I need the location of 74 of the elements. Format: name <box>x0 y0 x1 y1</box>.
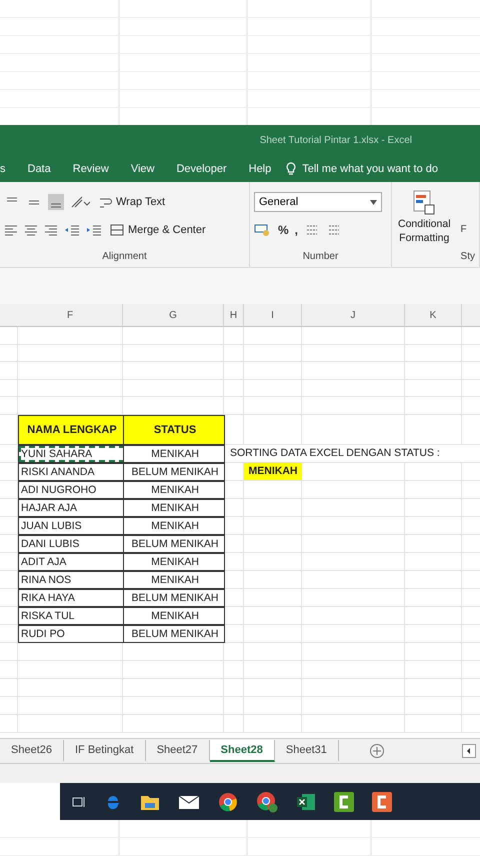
percent-button[interactable]: % <box>278 223 289 237</box>
wrap-text-button[interactable]: Wrap Text <box>96 193 168 211</box>
name-cell: DANI LUBIS <box>18 534 124 553</box>
status-cell: MENIKAH <box>123 516 225 535</box>
ribbon-tab[interactable]: Developer <box>165 162 238 174</box>
align-icon[interactable] <box>24 224 38 236</box>
name-cell: RIKA HAYA <box>18 588 124 607</box>
status-cell: MENIKAH <box>123 570 225 589</box>
status-cell: BELUM MENIKAH <box>123 462 225 481</box>
status-cell: BELUM MENIKAH <box>123 624 225 643</box>
video-editor-icon[interactable] <box>334 792 354 812</box>
merge-icon <box>110 223 124 237</box>
chrome-icon[interactable] <box>218 792 238 812</box>
merge-center-button[interactable]: Merge & Center <box>108 221 208 239</box>
column-header[interactable]: H <box>224 304 244 326</box>
window-title: Sheet Tutorial Pintar 1.xlsx - Excel <box>260 134 412 146</box>
task-view-icon[interactable] <box>72 794 86 808</box>
table-icon <box>412 190 436 216</box>
status-cell: MENIKAH <box>123 480 225 499</box>
mail-icon[interactable] <box>178 794 200 810</box>
format-button-partial[interactable]: F <box>460 224 467 235</box>
scroll-left-icon[interactable] <box>462 744 476 758</box>
highlighted-cell: MENIKAH <box>244 462 302 480</box>
ribbon-tab[interactable]: s <box>0 162 16 174</box>
column-header[interactable]: I <box>244 304 302 326</box>
name-cell: YUNI SAHARA <box>18 444 124 463</box>
caret-icon <box>370 200 377 204</box>
indent-icon[interactable] <box>86 224 102 236</box>
spreadsheet-app-icon[interactable] <box>296 792 316 810</box>
column-header[interactable]: F <box>18 304 123 326</box>
group-label: Number <box>302 250 338 262</box>
ribbon-tab[interactable]: Help <box>238 162 282 174</box>
number-format-dropdown[interactable]: General <box>254 192 382 212</box>
status-cell: BELUM MENIKAH <box>123 534 225 553</box>
name-cell: RISKA TUL <box>18 606 124 625</box>
header-cell: STATUS <box>123 414 225 445</box>
sheet-tab[interactable]: Sheet31 <box>274 740 339 762</box>
group-label: Sty <box>460 251 475 262</box>
indent-icon[interactable] <box>64 224 80 236</box>
orientation-icon[interactable] <box>70 195 90 209</box>
tell-me-search[interactable]: Tell me what you want to do <box>286 162 438 176</box>
name-cell: JUAN LUBIS <box>18 516 124 535</box>
comma-button[interactable]: , <box>294 223 298 237</box>
column-header[interactable]: G <box>123 304 224 326</box>
name-cell: RISKI ANANDA <box>18 462 124 481</box>
align-icon[interactable] <box>48 194 64 210</box>
column-header[interactable]: K <box>405 304 462 326</box>
status-cell: MENIKAH <box>123 498 225 517</box>
name-cell: HAJAR AJA <box>18 498 124 517</box>
add-sheet-icon[interactable] <box>368 743 385 759</box>
name-cell: RUDI PO <box>18 624 124 643</box>
align-icon[interactable] <box>4 224 18 236</box>
name-cell: ADIT AJA <box>18 552 124 571</box>
name-cell: RINA NOS <box>18 570 124 589</box>
status-cell: MENIKAH <box>123 444 225 463</box>
chrome-profile-icon[interactable] <box>256 790 278 812</box>
header-cell: NAMA LENGKAP <box>18 414 124 445</box>
recorder-icon[interactable] <box>372 792 392 812</box>
sheet-tab[interactable]: IF Betingkat <box>64 740 146 762</box>
name-cell: ADI NUGROHO <box>18 480 124 499</box>
ribbon-tab[interactable]: View <box>120 162 166 174</box>
sheet-tab[interactable]: Sheet28 <box>210 740 275 762</box>
lightbulb-icon <box>286 162 296 176</box>
align-icon[interactable] <box>44 224 58 236</box>
group-label: Alignment <box>102 250 147 262</box>
status-cell: MENIKAH <box>123 552 225 571</box>
status-cell: BELUM MENIKAH <box>123 588 225 607</box>
ribbon-tab[interactable]: Review <box>62 162 120 174</box>
ribbon-tab[interactable]: Data <box>16 162 62 174</box>
conditional-formatting-button[interactable]: Conditional Formatting <box>396 188 453 246</box>
status-cell: MENIKAH <box>123 606 225 625</box>
currency-icon[interactable] <box>254 223 272 237</box>
sheet-tab[interactable]: Sheet26 <box>0 740 64 762</box>
column-header[interactable]: J <box>302 304 405 326</box>
